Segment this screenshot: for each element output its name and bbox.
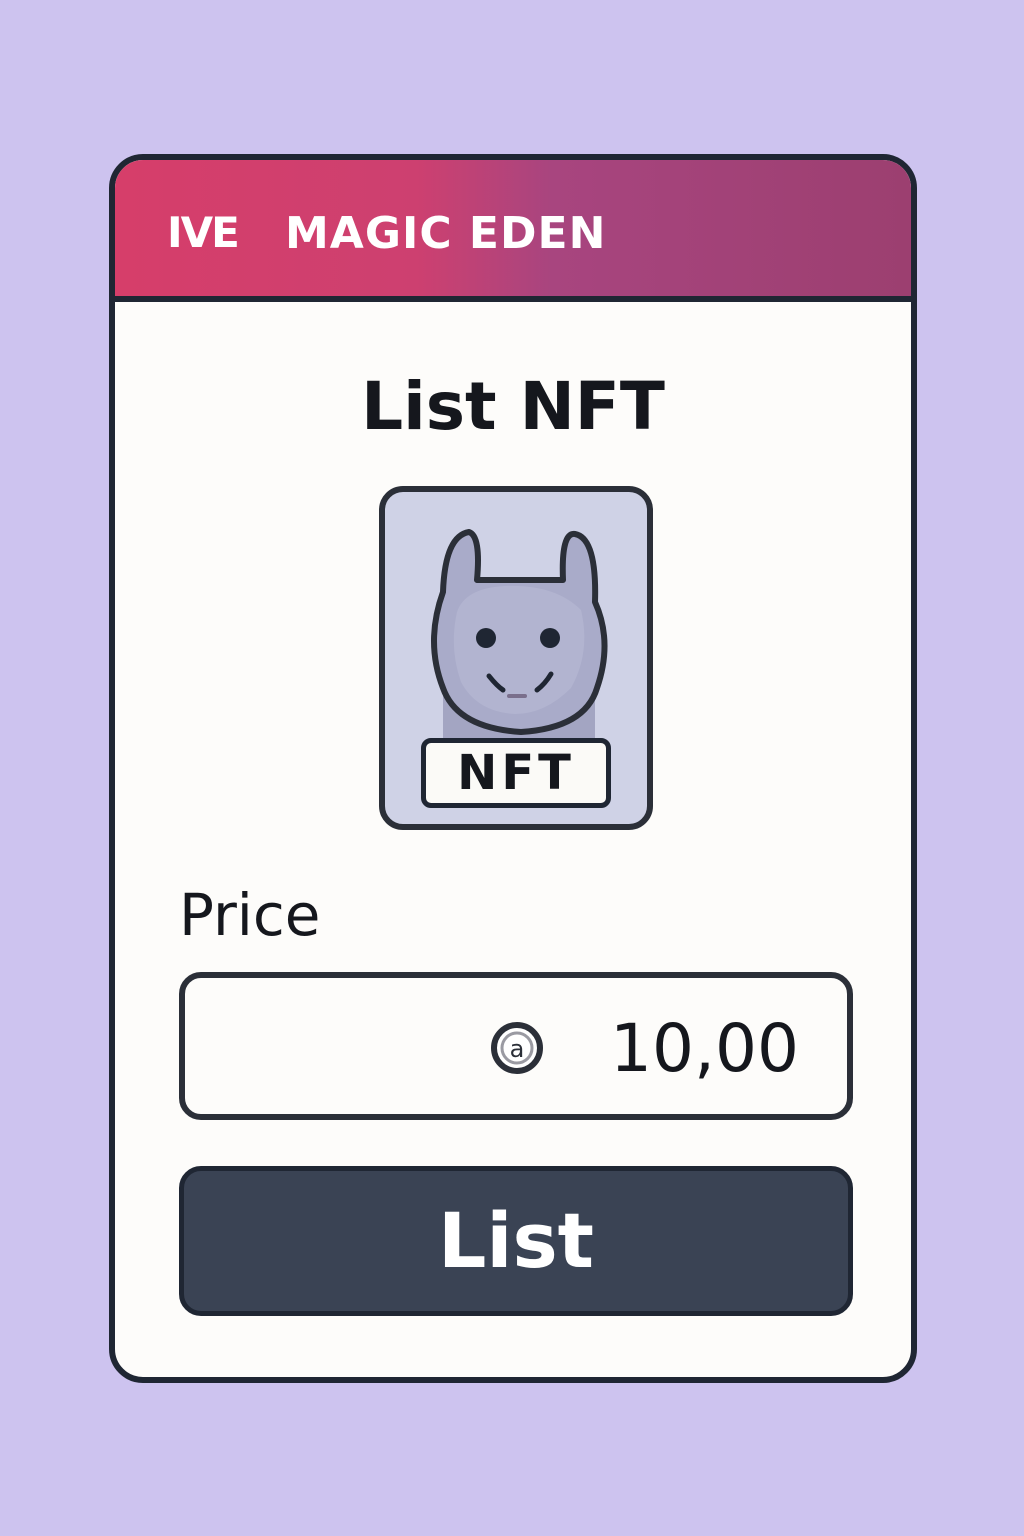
price-input[interactable]: a 10,00 [179,972,853,1120]
dialog-title: List NFT [361,368,665,445]
list-button[interactable]: List [179,1166,853,1316]
svg-text:a: a [510,1035,525,1063]
price-label: Price [179,881,321,949]
price-value[interactable]: 10,00 [610,1016,799,1082]
currency-icon: a [491,1022,543,1074]
brand-name: MAGIC EDEN [285,208,607,259]
brand-header: IVE MAGIC EDEN [115,160,911,302]
nft-thumbnail: NFT [379,486,653,830]
magic-eden-logo-icon: IVE [167,208,240,257]
nft-tag: NFT [421,738,611,808]
list-nft-dialog: IVE MAGIC EDEN List NFT NFT Price a 10,0… [109,154,917,1383]
